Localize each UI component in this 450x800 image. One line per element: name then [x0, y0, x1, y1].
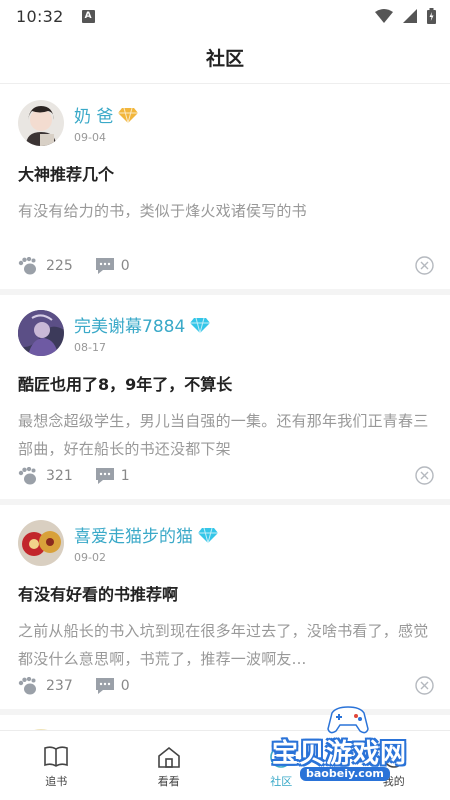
post-title[interactable]: 大神推荐几个 [18, 161, 432, 185]
post-card[interactable]: 奶 爸 09-04 大神推荐几个 有没有给力的书，类似于烽火戏诸侯写的书 225… [0, 85, 450, 289]
like-button[interactable]: 237 [18, 676, 73, 695]
like-count: 321 [46, 467, 73, 484]
page-header: 社区 [0, 32, 450, 84]
comment-icon [95, 257, 114, 274]
comment-button[interactable]: 1 [95, 467, 130, 485]
page-title: 社区 [205, 48, 244, 70]
post-date: 09-04 [74, 131, 106, 144]
username[interactable]: 喜爱走猫步的猫 [74, 522, 193, 547]
post-date: 08-17 [74, 341, 106, 354]
status-bar: 10:32 A [0, 0, 450, 32]
post-body[interactable]: 之前从船长的书入坑到现在很多年过去了，没啥书看了，感觉都没什么意思啊，书荒了，推… [18, 617, 432, 673]
post-title[interactable]: 有没有好看的书推荐啊 [18, 581, 432, 605]
tab-profile[interactable]: 我的 [338, 731, 450, 800]
close-icon[interactable] [415, 466, 434, 485]
comment-count: 0 [120, 257, 130, 274]
comment-count: 1 [120, 467, 130, 484]
comment-button[interactable]: 0 [95, 677, 130, 695]
footprint-like-icon [18, 466, 36, 484]
community-feed[interactable]: 奶 爸 09-04 大神推荐几个 有没有给力的书，类似于烽火戏诸侯写的书 225… [0, 85, 450, 730]
post-body[interactable]: 最想念超级学生，男儿当自强的一集。还有那年我们正青春三部曲，好在船长的书还没都下… [18, 407, 432, 463]
vip-diamond-icon [190, 317, 211, 333]
comment-icon [95, 467, 114, 484]
footprint-like-icon [18, 676, 36, 694]
battery-icon [427, 8, 436, 24]
profile-icon [382, 745, 405, 768]
username[interactable]: 完美谢幕7884 [74, 312, 185, 337]
post-body[interactable]: 有没有给力的书，类似于烽火戏诸侯写的书 [18, 197, 432, 253]
avatar[interactable] [18, 310, 64, 356]
community-icon [270, 745, 293, 768]
like-count: 225 [46, 257, 73, 274]
vip-diamond-icon [118, 107, 139, 123]
status-right [375, 8, 436, 24]
comment-count: 0 [120, 677, 130, 694]
tab-label: 社区 [270, 774, 293, 788]
post-card-partial[interactable] [0, 715, 450, 730]
like-button[interactable]: 321 [18, 466, 73, 485]
bottom-tab-bar: 追书 看看 社区 我的 [0, 730, 450, 800]
status-time: 10:32 [16, 6, 64, 26]
avatar[interactable] [18, 100, 64, 146]
wifi-icon [375, 9, 393, 23]
tab-browse[interactable]: 看看 [113, 731, 226, 800]
tab-community[interactable]: 社区 [225, 731, 338, 800]
comment-button[interactable]: 0 [95, 257, 130, 275]
tab-label: 追书 [45, 774, 68, 788]
footprint-like-icon [18, 256, 36, 274]
signal-icon [403, 9, 417, 23]
home-icon [157, 746, 180, 768]
close-icon[interactable] [415, 256, 434, 275]
close-icon[interactable] [415, 676, 434, 695]
username[interactable]: 奶 爸 [74, 102, 113, 127]
post-card[interactable]: 完美谢幕7884 08-17 酷匠也用了8，9年了，不算长 最想念超级学生，男儿… [0, 295, 450, 499]
comment-icon [95, 677, 114, 694]
notification-a-icon: A [81, 9, 95, 23]
avatar[interactable] [18, 520, 64, 566]
tab-label: 看看 [157, 774, 180, 788]
book-icon [44, 745, 69, 767]
post-card[interactable]: 喜爱走猫步的猫 09-02 有没有好看的书推荐啊 之前从船长的书入坑到现在很多年… [0, 505, 450, 709]
post-title[interactable]: 酷匠也用了8，9年了，不算长 [18, 371, 432, 395]
post-date: 09-02 [74, 551, 106, 564]
vip-diamond-icon [198, 527, 218, 543]
like-count: 237 [46, 677, 73, 694]
tab-label: 我的 [382, 774, 405, 788]
like-button[interactable]: 225 [18, 256, 73, 275]
tab-follow-books[interactable]: 追书 [0, 731, 113, 800]
